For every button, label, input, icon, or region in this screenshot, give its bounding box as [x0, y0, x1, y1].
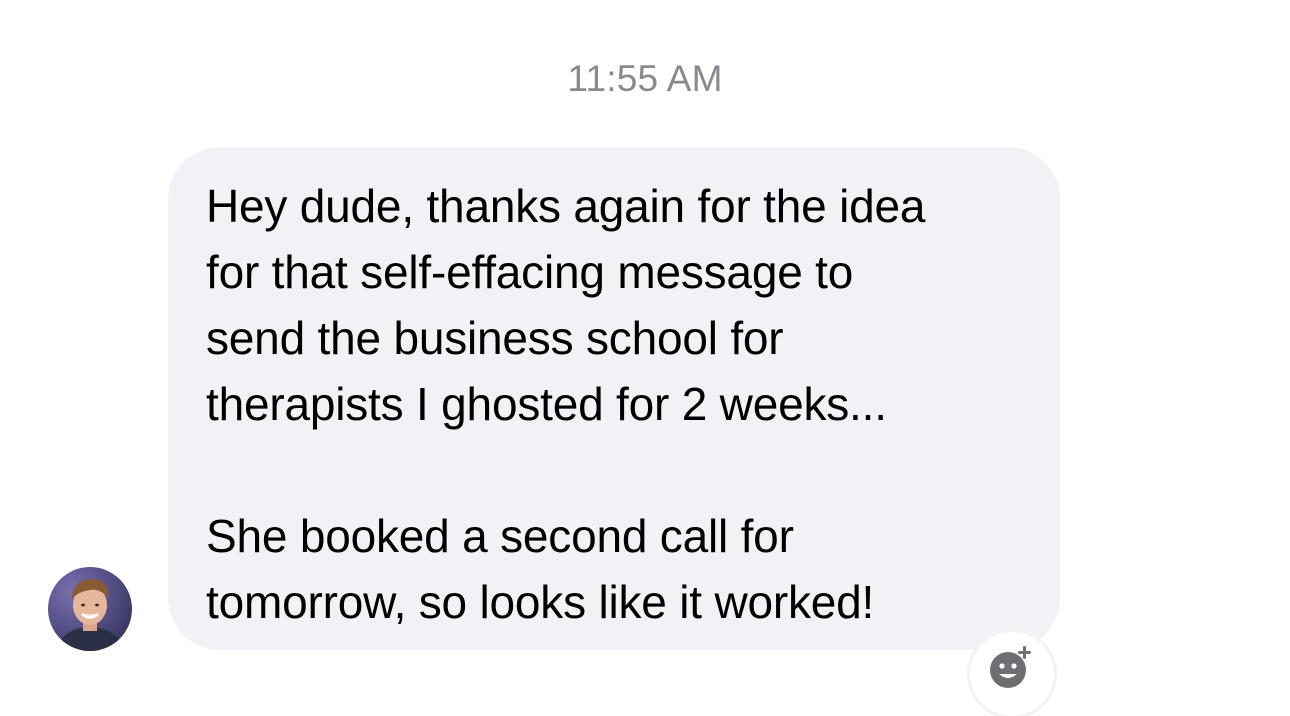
message-line: She booked a second call for [206, 510, 794, 562]
sender-avatar[interactable] [48, 567, 132, 651]
add-reaction-button[interactable] [970, 632, 1054, 716]
message-line: for that self-effacing message to [206, 246, 854, 298]
message-line: send the business school for [206, 312, 784, 364]
message-bubble[interactable]: Hey dude, thanks again for the idea for … [168, 147, 1060, 650]
message-line: therapists I ghosted for 2 weeks... [206, 378, 887, 430]
add-reaction-icon [990, 646, 1031, 688]
message-paragraph-gap [206, 437, 1030, 503]
message-line: tomorrow, so looks like it worked! [206, 576, 875, 628]
message-line: Hey dude, thanks again for the idea [206, 180, 926, 232]
person-avatar-icon [48, 567, 132, 651]
message-timestamp: 11:55 AM [567, 58, 723, 99]
